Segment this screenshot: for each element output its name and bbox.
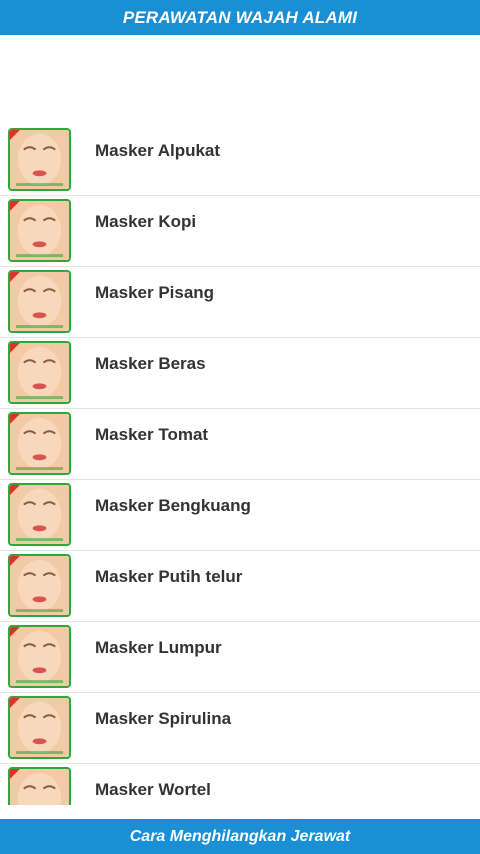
list-item[interactable]: Masker Beras: [0, 338, 480, 409]
footer-title: Cara Menghilangkan Jerawat: [129, 827, 351, 845]
face-thumbnail-icon: [8, 412, 71, 475]
list-item-label: Masker Pisang: [95, 283, 215, 302]
app-title-bar: PERAWATAN WAJAH ALAMI: [0, 0, 480, 35]
list-item[interactable]: Masker Pisang: [0, 267, 480, 338]
list-item[interactable]: Masker Alpukat: [0, 125, 480, 196]
list-item[interactable]: Masker Bengkuang: [0, 480, 480, 551]
list-item-label: Masker Beras: [95, 354, 206, 373]
list-item[interactable]: Masker Kopi: [0, 196, 480, 267]
face-thumbnail-icon: [8, 767, 71, 805]
list-item-label: Masker Lumpur: [95, 638, 222, 657]
face-thumbnail-icon: [8, 199, 71, 262]
face-thumbnail-icon: [8, 483, 71, 546]
list-item-label: Masker Wortel: [95, 780, 211, 799]
footer-banner[interactable]: Cara Menghilangkan Jerawat: [0, 819, 480, 854]
face-thumbnail-icon: [8, 554, 71, 617]
list-item-label: Masker Spirulina: [95, 709, 232, 728]
list-item-label: Masker Putih telur: [95, 567, 243, 586]
face-thumbnail-icon: [8, 270, 71, 333]
app-title: PERAWATAN WAJAH ALAMI: [122, 7, 358, 27]
list-item[interactable]: Masker Wortel: [0, 764, 480, 805]
face-thumbnail-icon: [8, 128, 71, 191]
list-item[interactable]: Masker Spirulina: [0, 693, 480, 764]
mask-list: Masker Alpukat Masker Kopi Masker Pisang…: [0, 125, 480, 805]
list-item-label: Masker Bengkuang: [95, 496, 251, 515]
list-item-label: Masker Kopi: [95, 212, 197, 231]
face-thumbnail-icon: [8, 341, 71, 404]
face-thumbnail-icon: [8, 696, 71, 759]
list-item[interactable]: Masker Tomat: [0, 409, 480, 480]
face-thumbnail-icon: [8, 625, 71, 688]
list-item[interactable]: Masker Lumpur: [0, 622, 480, 693]
list-item-label: Masker Alpukat: [95, 141, 221, 160]
list-item-label: Masker Tomat: [95, 425, 209, 444]
list-item[interactable]: Masker Putih telur: [0, 551, 480, 622]
